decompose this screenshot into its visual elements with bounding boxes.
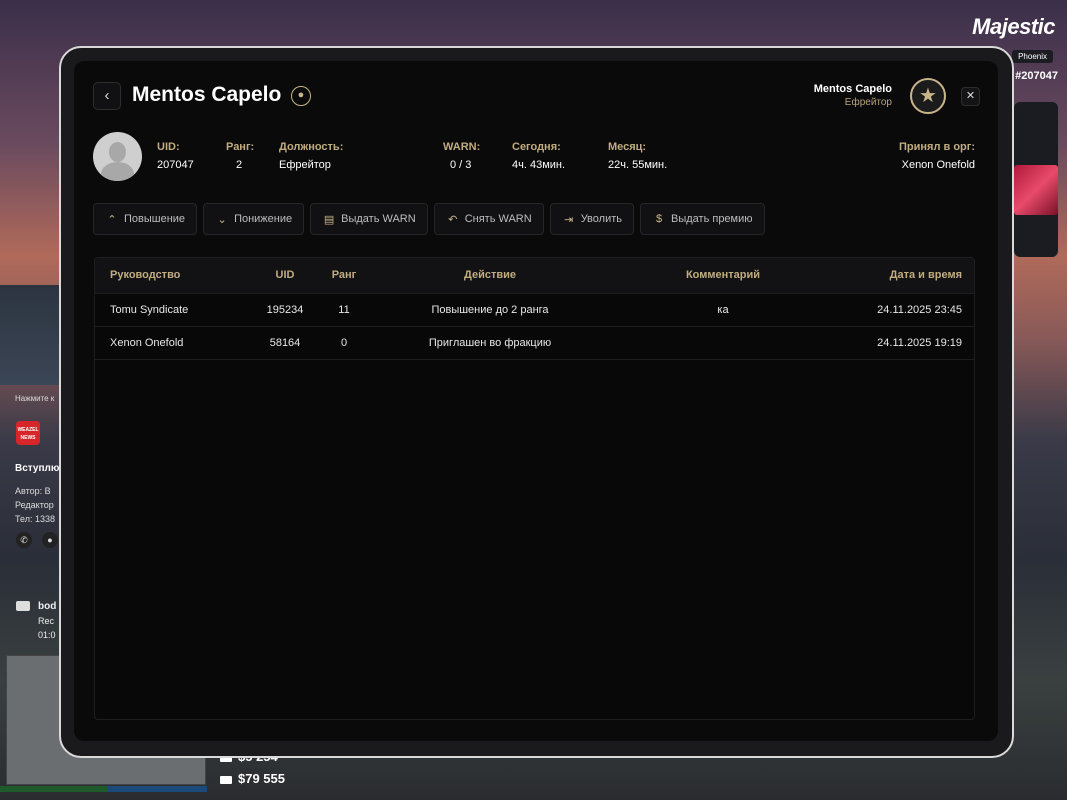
dismiss-user-icon: ⇥: [564, 213, 574, 226]
cash-icon: [220, 775, 232, 784]
dismiss-button[interactable]: ⇥ Уволить: [549, 203, 634, 235]
cell-leader: Tomu Syndicate: [110, 304, 189, 316]
notification-author: Автор: В: [15, 486, 51, 496]
remove-warn-label: Снять WARN: [464, 213, 532, 225]
armor-bar: [108, 786, 207, 792]
avatar-head: [109, 142, 126, 162]
star-rank-icon: ★: [910, 78, 946, 114]
month-value: 22ч. 55мин.: [608, 159, 668, 171]
video-camera-icon: [16, 601, 30, 611]
page-title: Mentos Capelo: [132, 83, 282, 106]
cell-comment: ка: [717, 304, 729, 316]
notification-hint: Нажмите к: [15, 394, 55, 403]
profile-badge-icon: ●: [291, 86, 311, 106]
video-notification: bod Rec 01:0: [38, 600, 56, 642]
undo-arrow-icon: ↶: [448, 213, 458, 226]
dismiss-label: Уволить: [580, 213, 622, 225]
uid-value: 207047: [157, 159, 194, 171]
server-badge: Phoenix: [1012, 50, 1053, 63]
rank-value: 2: [236, 159, 243, 171]
give-bonus-label: Выдать премию: [671, 213, 753, 225]
brand-logo: Majestic: [972, 14, 1055, 39]
avatar-body: [101, 162, 134, 181]
month-label: Месяц:: [608, 141, 647, 153]
column-rank: Ранг: [331, 269, 357, 281]
column-uid: UID: [275, 269, 295, 281]
notification-actions: ✆ ●: [16, 532, 58, 548]
column-leader: Руководство: [110, 269, 181, 281]
accepted-by-label: Принял в орг:: [899, 141, 975, 153]
chevron-up-icon: ⌃: [107, 213, 117, 226]
position-label: Должность:: [279, 141, 344, 153]
document-warn-icon: ▤: [323, 213, 335, 226]
hud-side-thumbnail: [1014, 165, 1058, 215]
chevron-left-icon: ‹: [104, 87, 110, 104]
cell-datetime: 24.11.2025 19:19: [877, 337, 962, 349]
notification-meta: Автор: В Редактор Тел: 1338: [15, 484, 55, 526]
table-row: Tomu Syndicate 195234 11 Повышение до 2 …: [95, 294, 974, 327]
notification-title: Вступлю: [15, 463, 60, 474]
notification-editor: Редактор: [15, 500, 54, 510]
video-time: 01:0: [38, 630, 56, 640]
coin-icon: $: [655, 213, 663, 225]
promote-label: Повышение: [124, 213, 186, 225]
cash-balance: $79 555: [220, 771, 285, 786]
cell-rank: 0: [340, 337, 348, 349]
remove-warn-button[interactable]: ↶ Снять WARN: [433, 203, 544, 235]
close-button[interactable]: ✕: [961, 87, 980, 106]
message-icon[interactable]: ●: [42, 532, 58, 548]
weazel-news-logo: WEAZEL NEWS: [16, 421, 40, 445]
position-value: Ефрейтор: [279, 159, 331, 171]
table-header: Руководство UID Ранг Действие Комментари…: [95, 258, 974, 294]
column-action: Действие: [464, 269, 516, 281]
video-subtitle: Rec: [38, 616, 55, 626]
column-datetime: Дата и время: [889, 269, 962, 281]
promote-button[interactable]: ⌃ Повышение: [93, 203, 198, 235]
warn-label: WARN:: [443, 141, 481, 153]
column-comment: Комментарий: [685, 269, 761, 281]
cash-balance-value: $79 555: [238, 771, 285, 786]
give-bonus-button[interactable]: $ Выдать премию: [640, 203, 765, 235]
rank-label: Ранг:: [226, 141, 255, 153]
demote-button[interactable]: ⌄ Понижение: [203, 203, 305, 235]
video-title: bod: [38, 601, 57, 612]
cell-datetime: 24.11.2025 23:45: [877, 304, 962, 316]
give-warn-button[interactable]: ▤ Выдать WARN: [310, 203, 428, 235]
chevron-down-icon: ⌄: [217, 213, 227, 226]
action-toolbar: ⌃ Повышение ⌄ Понижение ▤ Выдать WARN ↶ …: [93, 203, 765, 235]
hud-player-uid: #207047: [1015, 70, 1058, 82]
avatar: [93, 132, 142, 181]
cell-action: Приглашен во фракцию: [428, 337, 552, 349]
demote-label: Понижение: [234, 213, 293, 225]
header-user-name: Mentos Capelo: [813, 83, 892, 95]
cell-uid: 195234: [266, 304, 304, 316]
history-table: Руководство UID Ранг Действие Комментари…: [94, 257, 975, 720]
close-icon: ✕: [965, 90, 976, 102]
back-button[interactable]: ‹: [93, 82, 121, 110]
cell-action: Повышение до 2 ранга: [431, 304, 549, 316]
cell-uid: 58164: [269, 337, 301, 349]
give-warn-label: Выдать WARN: [341, 213, 416, 225]
accepted-by-value: Xenon Onefold: [901, 159, 975, 171]
cell-leader: Xenon Onefold: [110, 337, 184, 349]
notification-phone: Тел: 1338: [15, 514, 55, 524]
phone-icon[interactable]: ✆: [16, 532, 32, 548]
today-value: 4ч. 43мин.: [512, 159, 566, 171]
table-row: Xenon Onefold 58164 0 Приглашен во фракц…: [95, 327, 974, 360]
uid-label: UID:: [157, 141, 180, 153]
today-label: Сегодня:: [512, 141, 561, 153]
cell-rank: 11: [338, 304, 350, 316]
warn-value: 0 / 3: [450, 159, 472, 171]
header-user-role: Ефрейтор: [844, 97, 892, 108]
